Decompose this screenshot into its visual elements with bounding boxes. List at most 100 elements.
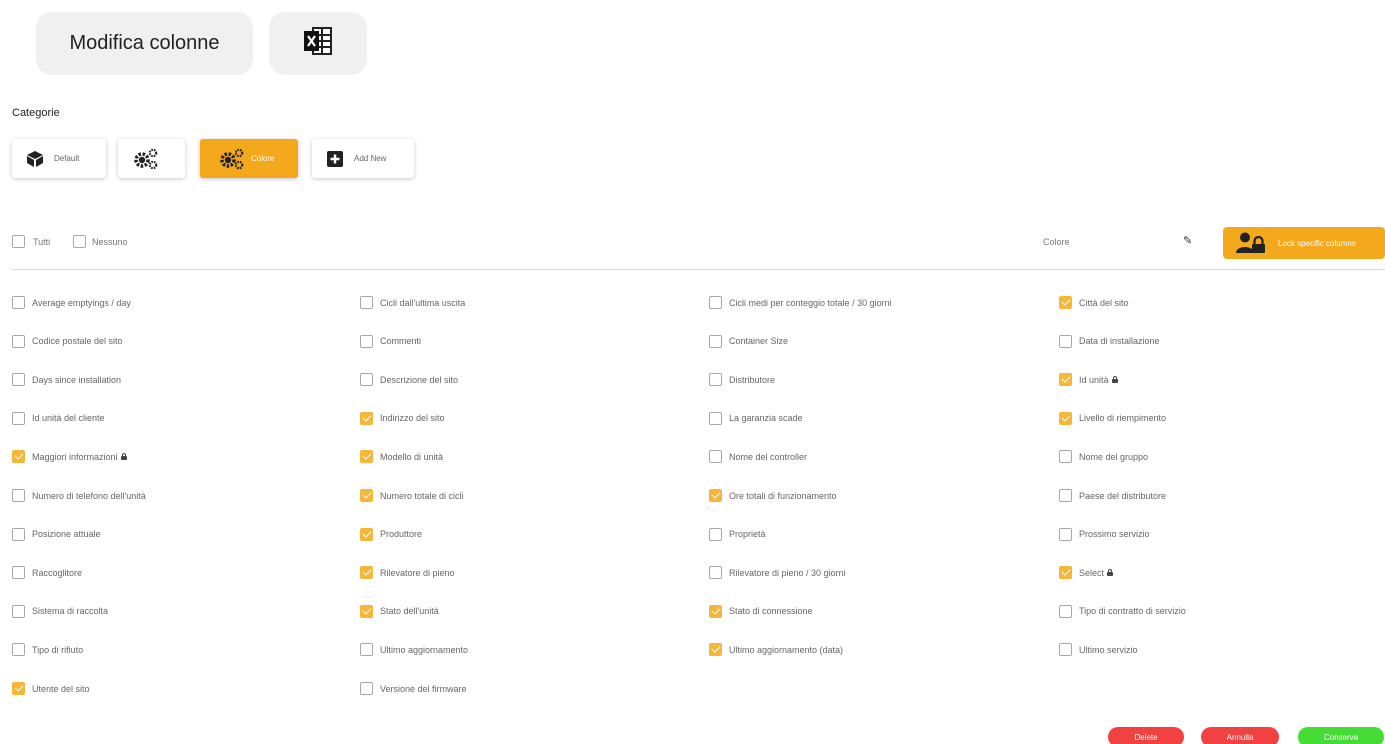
column-option-checkbox[interactable] bbox=[1059, 373, 1072, 387]
column-option-checkbox[interactable] bbox=[360, 604, 373, 618]
column-option-checkbox[interactable] bbox=[709, 296, 722, 309]
column-option-checkbox[interactable] bbox=[12, 682, 25, 695]
column-option[interactable]: Ultimo aggiornamento bbox=[360, 643, 468, 657]
column-option-label: Paese del distributore bbox=[1079, 490, 1167, 501]
column-option-checkbox[interactable] bbox=[360, 489, 373, 502]
column-option-checkbox[interactable] bbox=[12, 450, 25, 464]
column-option-checkbox[interactable] bbox=[360, 373, 373, 387]
column-option[interactable]: Raccoglitore bbox=[12, 566, 82, 580]
delete-button[interactable]: Delete bbox=[1108, 727, 1184, 744]
column-option[interactable]: Rilevatore di pieno bbox=[360, 566, 455, 580]
column-option[interactable]: Average emptyings / day bbox=[12, 296, 131, 309]
column-option[interactable]: Cicli medi per conteggio totale / 30 gio… bbox=[709, 296, 892, 309]
column-option-checkbox[interactable] bbox=[12, 334, 25, 348]
column-option[interactable]: Nome del gruppo bbox=[1059, 450, 1148, 464]
column-option-checkbox[interactable] bbox=[360, 643, 373, 657]
column-option-checkbox[interactable] bbox=[1059, 643, 1072, 657]
export-excel-button[interactable] bbox=[269, 12, 367, 75]
pencil-icon[interactable]: ✎ bbox=[1183, 234, 1192, 247]
column-option[interactable]: Sistema di raccolta bbox=[12, 604, 108, 618]
select-none-checkbox[interactable] bbox=[73, 235, 86, 248]
lock-specific-columns-button[interactable]: Lock specific columns bbox=[1223, 227, 1385, 259]
column-option[interactable]: Livello di riempimento bbox=[1059, 411, 1166, 425]
column-option[interactable]: Modello di unità bbox=[360, 450, 443, 464]
column-option[interactable]: Utente del sito bbox=[12, 682, 90, 695]
select-none-control[interactable]: Nessuno bbox=[73, 235, 128, 248]
column-option[interactable]: La garanzia scade bbox=[709, 411, 803, 425]
column-option[interactable]: Ore totali di funzionamento bbox=[709, 489, 837, 502]
column-option-checkbox[interactable] bbox=[12, 411, 25, 425]
save-button[interactable]: Conserva bbox=[1298, 727, 1384, 744]
column-option-checkbox[interactable] bbox=[1059, 334, 1072, 348]
column-option[interactable]: Stato dell'unità bbox=[360, 604, 439, 618]
column-option-checkbox[interactable] bbox=[1059, 296, 1072, 309]
column-option-checkbox[interactable] bbox=[709, 527, 722, 541]
column-option[interactable]: Container Size bbox=[709, 334, 788, 348]
column-option[interactable]: Tipo di rifiuto bbox=[12, 643, 83, 657]
column-option[interactable]: Id unità bbox=[1059, 373, 1118, 387]
column-option[interactable]: Cicli dall'ultima uscita bbox=[360, 296, 465, 309]
select-all-control[interactable]: Tutti bbox=[12, 235, 50, 248]
select-all-checkbox[interactable] bbox=[12, 235, 25, 248]
column-option[interactable]: Paese del distributore bbox=[1059, 489, 1166, 502]
column-option[interactable]: Select bbox=[1059, 566, 1114, 580]
column-option-checkbox[interactable] bbox=[709, 604, 722, 618]
category-settings-button[interactable] bbox=[118, 139, 185, 178]
column-option[interactable]: Distributore bbox=[709, 373, 775, 387]
column-option[interactable]: Descrizione del sito bbox=[360, 373, 458, 387]
column-option-checkbox[interactable] bbox=[1059, 527, 1072, 541]
category-colore-button[interactable]: Colore bbox=[200, 139, 298, 178]
column-option[interactable]: Commenti bbox=[360, 334, 421, 348]
edit-columns-button[interactable]: Modifica colonne bbox=[36, 12, 253, 75]
column-option[interactable]: Tipo di contratto di servizio bbox=[1059, 604, 1186, 618]
column-option[interactable]: Stato di connessione bbox=[709, 604, 813, 618]
column-option[interactable]: Nome del controller bbox=[709, 450, 807, 464]
column-option[interactable]: Data di installazione bbox=[1059, 334, 1160, 348]
column-option-checkbox[interactable] bbox=[709, 489, 722, 502]
column-option[interactable]: Proprietà bbox=[709, 527, 766, 541]
column-option[interactable]: Città del sito bbox=[1059, 296, 1129, 309]
column-option-checkbox[interactable] bbox=[12, 604, 25, 618]
column-option-checkbox[interactable] bbox=[360, 450, 373, 464]
column-option[interactable]: Ultimo aggiornamento (data) bbox=[709, 643, 843, 657]
column-option-checkbox[interactable] bbox=[1059, 604, 1072, 618]
add-category-button[interactable]: Add New bbox=[312, 139, 414, 178]
column-option-checkbox[interactable] bbox=[709, 411, 722, 425]
column-option-checkbox[interactable] bbox=[12, 296, 25, 309]
column-option-checkbox[interactable] bbox=[360, 566, 373, 580]
column-option[interactable]: Numero di telefono dell'unità bbox=[12, 489, 146, 502]
column-option-checkbox[interactable] bbox=[1059, 450, 1072, 464]
column-option-checkbox[interactable] bbox=[709, 450, 722, 464]
category-default-button[interactable]: Default bbox=[12, 139, 106, 178]
column-option[interactable]: Prossimo servizio bbox=[1059, 527, 1150, 541]
column-option-checkbox[interactable] bbox=[709, 334, 722, 348]
column-option-checkbox[interactable] bbox=[360, 334, 373, 348]
column-option[interactable]: Posizione attuale bbox=[12, 527, 101, 541]
column-option-checkbox[interactable] bbox=[1059, 566, 1072, 580]
column-option[interactable]: Ultimo servizio bbox=[1059, 643, 1138, 657]
column-option-checkbox[interactable] bbox=[709, 566, 722, 580]
column-option[interactable]: Numero totale di cicli bbox=[360, 489, 464, 502]
column-option[interactable]: Maggiori informazioni bbox=[12, 450, 127, 464]
column-option[interactable]: Days since installation bbox=[12, 373, 121, 387]
column-option-checkbox[interactable] bbox=[12, 566, 25, 580]
column-option-checkbox[interactable] bbox=[12, 373, 25, 387]
column-option-checkbox[interactable] bbox=[360, 411, 373, 425]
column-option-checkbox[interactable] bbox=[709, 643, 722, 657]
column-option[interactable]: Indirizzo del sito bbox=[360, 411, 445, 425]
column-option-checkbox[interactable] bbox=[709, 373, 722, 387]
column-option-checkbox[interactable] bbox=[1059, 489, 1072, 502]
column-option[interactable]: Versione del firmware bbox=[360, 682, 467, 695]
column-option-checkbox[interactable] bbox=[12, 489, 25, 502]
column-option[interactable]: Produttore bbox=[360, 527, 422, 541]
column-option[interactable]: Codice postale del sito bbox=[12, 334, 123, 348]
column-option[interactable]: Rilevatore di pieno / 30 giorni bbox=[709, 566, 846, 580]
column-option-checkbox[interactable] bbox=[360, 682, 373, 695]
column-option-checkbox[interactable] bbox=[360, 296, 373, 309]
column-option[interactable]: Id unità del cliente bbox=[12, 411, 105, 425]
column-option-checkbox[interactable] bbox=[12, 527, 25, 541]
cancel-button[interactable]: Annulla bbox=[1201, 727, 1279, 744]
column-option-checkbox[interactable] bbox=[1059, 411, 1072, 425]
column-option-checkbox[interactable] bbox=[12, 643, 25, 657]
column-option-checkbox[interactable] bbox=[360, 527, 373, 541]
